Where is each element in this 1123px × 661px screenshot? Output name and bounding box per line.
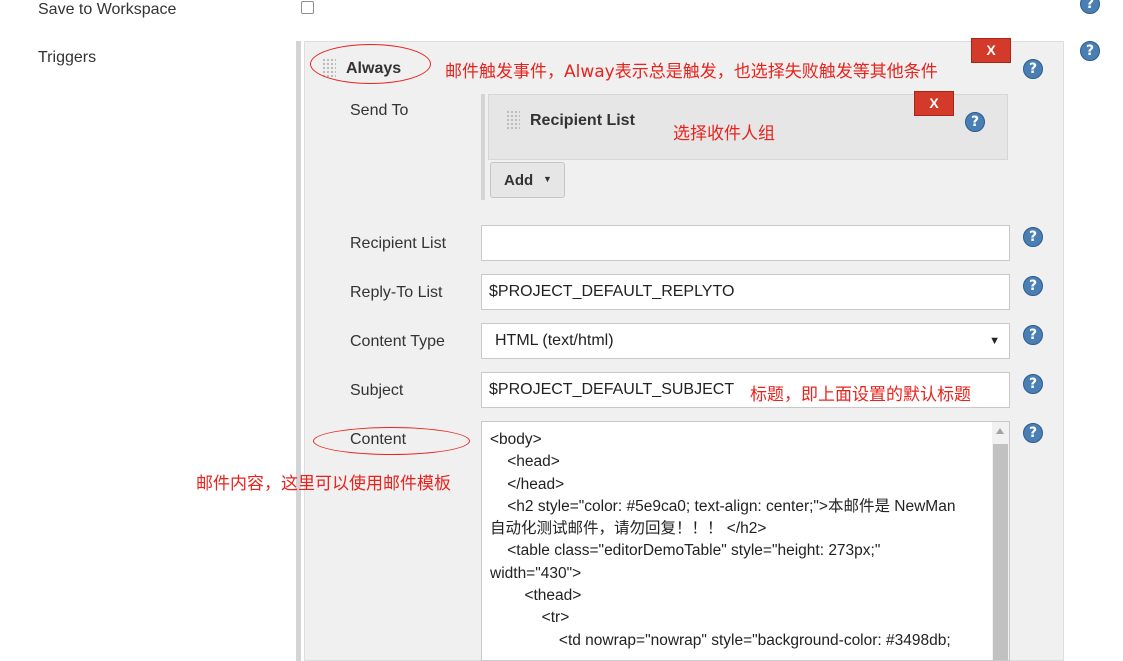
- annotation-subject-note: 标题，即上面设置的默认标题: [750, 385, 971, 405]
- content-line: <thead>: [490, 587, 582, 605]
- reply-to-label: Reply-To List: [350, 284, 443, 301]
- content-line: <body>: [490, 431, 542, 448]
- scroll-up-icon[interactable]: [996, 428, 1004, 434]
- recipient-list-input[interactable]: [481, 225, 1010, 261]
- help-icon-recipient-list[interactable]: ?: [1023, 227, 1043, 247]
- help-icon-reply-to[interactable]: ?: [1023, 276, 1043, 296]
- subject-label: Subject: [350, 382, 404, 399]
- remove-recipient-button[interactable]: X: [914, 91, 954, 116]
- remove-trigger-button[interactable]: X: [971, 38, 1011, 63]
- help-icon-trigger[interactable]: ?: [1023, 59, 1043, 79]
- annotation-trigger-note: 邮件触发事件，Alway表示总是触发，也选择失败触发等其他条件: [445, 62, 938, 82]
- chevron-down-icon: ▼: [543, 174, 552, 184]
- add-button[interactable]: Add ▼: [490, 162, 565, 198]
- help-icon-workspace[interactable]: ?: [1080, 0, 1100, 14]
- send-to-label: Send To: [350, 102, 409, 119]
- content-type-value: HTML (text/html): [495, 332, 614, 349]
- content-line: <h2 style="color: #5e9ca0; text-align: c…: [490, 497, 956, 515]
- annotation-recipient-note: 选择收件人组: [673, 124, 775, 144]
- triggers-label: Triggers: [38, 49, 97, 66]
- content-text: <body> <head> </head> <h2 style="color: …: [490, 429, 955, 652]
- reply-to-input[interactable]: $PROJECT_DEFAULT_REPLYTO: [481, 274, 1010, 310]
- recipient-list-label: Recipient List: [350, 235, 447, 252]
- content-textarea[interactable]: <body> <head> </head> <h2 style="color: …: [481, 421, 1010, 661]
- content-type-select[interactable]: HTML (text/html) ▼: [481, 323, 1010, 359]
- scrollbar-thumb[interactable]: [993, 444, 1008, 660]
- annotation-content-note: 邮件内容，这里可以使用邮件模板: [196, 474, 451, 494]
- save-to-workspace-checkbox[interactable]: [301, 1, 314, 14]
- help-icon-recipient[interactable]: ?: [965, 112, 985, 132]
- recipient-block-title: Recipient List: [530, 112, 635, 129]
- content-line: <tr>: [490, 609, 570, 627]
- save-to-workspace-label: Save to Workspace: [38, 1, 177, 18]
- help-icon-subject[interactable]: ?: [1023, 374, 1043, 394]
- content-line: <table class="editorDemoTable" style="he…: [490, 542, 881, 560]
- send-to-left-border: [481, 94, 485, 200]
- chevron-down-icon: ▼: [989, 335, 1000, 347]
- drag-handle-icon[interactable]: [506, 110, 520, 130]
- content-line: width="430">: [490, 564, 582, 582]
- help-icon-triggers[interactable]: ?: [1080, 41, 1100, 61]
- trigger-block-left-border: [296, 41, 301, 661]
- annotation-ellipse-always: [310, 44, 431, 84]
- content-scrollbar[interactable]: [992, 422, 1009, 660]
- annotation-ellipse-content: [313, 427, 470, 455]
- help-icon-content-type[interactable]: ?: [1023, 325, 1043, 345]
- add-button-label: Add: [504, 172, 534, 189]
- content-type-label: Content Type: [350, 333, 445, 350]
- content-line: 自动化测试邮件，请勿回复！！！ </h2>: [490, 520, 767, 538]
- content-line: </head>: [490, 475, 565, 493]
- content-line: <head>: [490, 453, 560, 471]
- help-icon-content[interactable]: ?: [1023, 423, 1043, 443]
